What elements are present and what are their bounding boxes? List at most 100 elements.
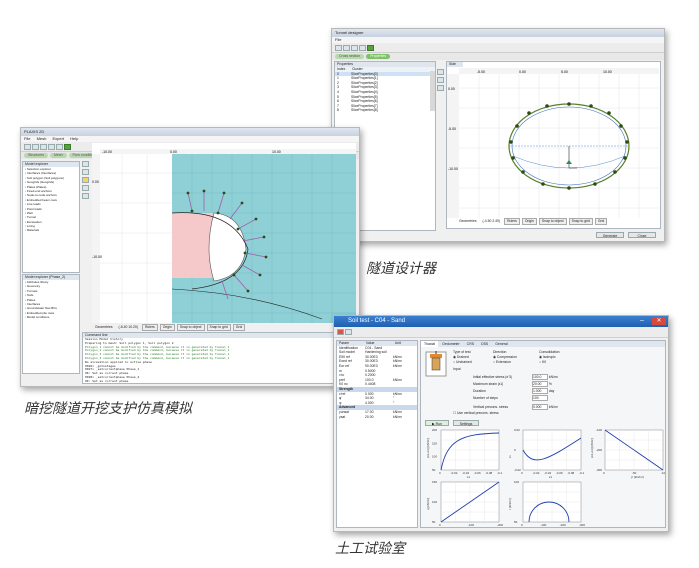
toggle-snap-grid[interactable]: Snap to grid — [206, 324, 231, 331]
window-title: Tunnel designer — [332, 29, 664, 37]
toggle-snap-object[interactable]: Snap to object — [538, 218, 567, 225]
tunnel-designer-caption: 隧道设计器 — [366, 261, 436, 277]
mode-properties[interactable]: Properties — [366, 54, 391, 59]
minimize-button[interactable]: – — [640, 317, 648, 325]
chart-y-tick: 100 — [432, 500, 437, 504]
toggle-snap-object[interactable]: Snap to object — [176, 324, 205, 331]
zoom-out-icon[interactable] — [359, 44, 366, 51]
isotropic-option[interactable]: ◉ Isotropic — [539, 355, 556, 359]
menu-file[interactable]: File — [335, 37, 341, 42]
save-icon[interactable] — [345, 329, 352, 335]
tree-item-label: Well — [26, 210, 33, 215]
undo-icon[interactable] — [40, 143, 47, 150]
new-project-icon[interactable] — [24, 143, 31, 150]
parameter-row[interactable]: γsat 20.00 kN/m³ — [337, 415, 417, 420]
menu-mesh[interactable]: Mesh — [37, 136, 47, 141]
zoom-icon[interactable] — [56, 143, 63, 150]
water-icon[interactable] — [82, 193, 89, 199]
save-icon[interactable] — [32, 143, 39, 150]
ruler-top — [100, 149, 356, 154]
tab-crs[interactable]: CRS — [464, 341, 477, 347]
tab-side[interactable]: Side — [447, 62, 463, 67]
status-coordinates: (-8.40 10.20) — [118, 325, 138, 329]
activate-icon[interactable] — [82, 177, 89, 183]
command-line-panel: Command line Session Model history Prepar… — [82, 332, 357, 384]
toggle-origin[interactable]: Origin — [159, 324, 175, 331]
steps-input[interactable]: 100 — [531, 395, 548, 401]
tree-item[interactable]: ▪ Materials — [23, 228, 79, 232]
menu-file[interactable]: File — [24, 136, 30, 141]
test-panel: Triaxial Oedometer CRS DSS General Type … — [420, 340, 666, 528]
toggle-origin[interactable]: Origin — [521, 218, 537, 225]
chart-x-tick: 0 — [439, 523, 441, 527]
tunnel-canvas[interactable]: -5.00 0.00 5.00 10.00 0.00 -5.00 -10.00 — [447, 68, 661, 228]
calculate-icon[interactable] — [64, 143, 71, 150]
toggle-grid[interactable]: Grid — [594, 218, 608, 225]
tree-item-label: Geometry — [26, 284, 41, 289]
deactivate-icon[interactable] — [82, 185, 89, 191]
drained-option[interactable]: ◉ Drained — [453, 355, 469, 359]
tree-item-label: Tunnel — [26, 215, 36, 220]
chart-x-tick: -0.08 — [567, 471, 574, 475]
tool-line-icon[interactable] — [437, 77, 444, 83]
consolidation-label: Consolidation — [539, 350, 560, 354]
confining-row: Initial effective stress |σ'3| 100.0 kN/… — [473, 374, 558, 380]
max-strain-input[interactable]: 20.00 — [531, 381, 548, 387]
command-line-entry: OK: Set as current phase — [85, 378, 129, 383]
toggle-rulers[interactable]: Rulers — [141, 324, 158, 331]
isotropic-label: Isotropic — [542, 355, 556, 359]
open-icon[interactable] — [337, 329, 344, 335]
list-item[interactable]: 8 SliceProperties[8] — [335, 108, 435, 113]
run-label: Run — [435, 422, 443, 426]
mode-structures[interactable]: Structures — [24, 153, 48, 158]
run-button[interactable]: ▶ Run — [425, 420, 449, 426]
precons-input[interactable]: 0.000 — [531, 404, 548, 410]
k0-option[interactable]: ○ K0 — [539, 360, 546, 364]
row-cluster: SliceProperties[1] — [351, 76, 378, 81]
chart-y-tick: -300 — [596, 468, 602, 472]
move-icon[interactable] — [82, 169, 89, 175]
mode-cross-section[interactable]: Cross section — [335, 54, 365, 59]
toggle-rulers[interactable]: Rulers — [504, 218, 520, 225]
confining-input[interactable]: 100.0 — [531, 374, 548, 380]
save-icon[interactable] — [343, 44, 350, 51]
new-icon[interactable] — [335, 44, 342, 51]
use-precons-checkbox[interactable]: ☐ Use vertical precons. stress — [453, 411, 499, 415]
tree-item[interactable]: ▪ Model conditions — [23, 315, 79, 319]
tool-select-icon[interactable] — [437, 69, 444, 75]
properties-scrollbar[interactable] — [430, 71, 435, 111]
tree-item-label: Tunnels — [26, 288, 38, 293]
tab-oedometer[interactable]: Oedometer — [439, 341, 463, 347]
tree-item-label: Geogrids (Geogrids) — [26, 180, 55, 185]
toggle-grid[interactable]: Grid — [232, 324, 246, 331]
excavation-caption: 暗挖隧道开挖支护仿真模拟 — [24, 401, 192, 417]
close-window-button[interactable]: ✕ — [652, 317, 666, 325]
add-icon[interactable] — [367, 44, 374, 51]
generate-button[interactable]: Generate — [596, 232, 624, 238]
tab-dss[interactable]: DSS — [478, 341, 491, 347]
precons-label: Vertical precons. stress — [473, 404, 509, 409]
mode-mesh[interactable]: Mesh — [49, 153, 67, 158]
ruler-left-label: -10.00 — [448, 167, 458, 171]
redo-icon[interactable] — [48, 143, 55, 150]
close-button[interactable]: Close — [628, 232, 656, 238]
select-icon[interactable] — [82, 161, 89, 167]
model-canvas[interactable]: -10.00 0.00 10.00 0.00 -10.00 — [92, 143, 356, 323]
menu-expert[interactable]: Expert — [52, 136, 64, 141]
menu-help[interactable]: Help — [70, 136, 78, 141]
tab-triaxial[interactable]: Triaxial — [421, 341, 439, 347]
parameter-unit: kN/m² — [393, 359, 403, 364]
duration-input[interactable]: 1.000 — [531, 388, 548, 394]
extension-option[interactable]: ○ Extension — [493, 360, 511, 364]
confining-label: Initial effective stress |σ'3| — [473, 374, 512, 379]
chart-x-tick: -0.08 — [485, 471, 492, 475]
undrained-option[interactable]: ○ Undrained — [453, 360, 472, 364]
compression-option[interactable]: ◉ Compression — [493, 355, 517, 359]
tool-arc-icon[interactable] — [437, 85, 444, 91]
tab-general[interactable]: General — [492, 341, 510, 347]
settings-button[interactable]: Settings — [453, 420, 479, 426]
zoom-in-icon[interactable] — [351, 44, 358, 51]
chart-y-tick: 0.02 — [514, 428, 520, 432]
confining-unit: kN/m² — [548, 374, 558, 379]
toggle-snap-grid[interactable]: Snap to grid — [568, 218, 593, 225]
